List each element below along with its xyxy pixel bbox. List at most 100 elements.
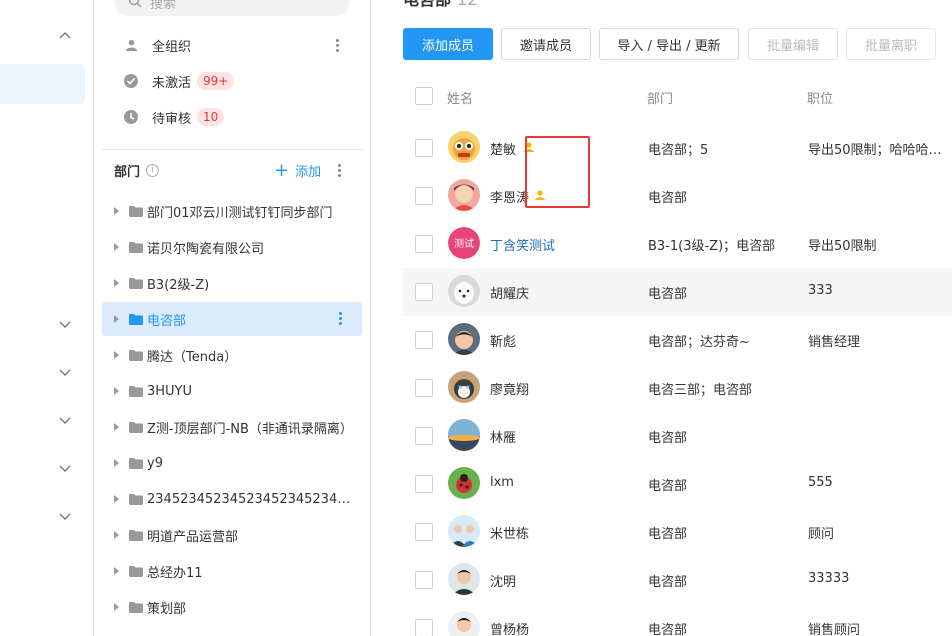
member-dept: 电咨部 — [648, 623, 688, 636]
row-checkbox[interactable] — [415, 187, 433, 205]
tree-item-dept[interactable]: 策划部 — [102, 590, 362, 624]
member-name[interactable]: 丁含笑测试 — [490, 235, 555, 254]
chevron-up-icon[interactable] — [58, 29, 72, 43]
table-row[interactable]: 测试 丁含笑测试 B3-1(3级-Z)；电咨部 导出50限制 — [403, 220, 952, 268]
batch-leave-button[interactable]: 批量离职 — [846, 28, 936, 60]
tree-item-dept[interactable]: 腾达（Tenda） — [102, 338, 362, 372]
chevron-down-icon[interactable] — [58, 461, 72, 475]
tree-item-dept[interactable]: 3HUYU — [102, 374, 362, 408]
member-name[interactable]: 李恩涛 — [490, 187, 529, 206]
row-checkbox[interactable] — [415, 523, 433, 541]
avatar[interactable] — [448, 179, 480, 211]
caret-right-icon[interactable] — [114, 495, 119, 503]
search-input[interactable]: 搜索 — [114, 0, 350, 16]
avatar[interactable] — [448, 611, 480, 636]
dept-title: 电咨部 — [403, 0, 451, 9]
avatar[interactable]: 测试 — [448, 227, 480, 259]
avatar[interactable] — [448, 323, 480, 355]
row-checkbox[interactable] — [415, 331, 433, 349]
member-dept: 电咨三部；电咨部 — [648, 383, 753, 398]
tree-item-dept[interactable]: 诺贝尔陶瓷有限公司 — [102, 230, 362, 264]
avatar[interactable] — [448, 515, 480, 547]
filter-inactive[interactable]: 未激活 99+ — [124, 70, 235, 92]
member-name[interactable]: 米世栋 — [490, 523, 529, 542]
caret-right-icon[interactable] — [114, 315, 119, 323]
tree-item-label: 策划部 — [147, 601, 187, 617]
org-tree-panel: 搜索 全组织 未激活 99+ 待审核 10 部门 i + 添加 部门01邓云川测… — [94, 0, 371, 636]
invite-member-button[interactable]: 邀请成员 — [501, 28, 591, 60]
avatar[interactable] — [448, 563, 480, 595]
search-placeholder: 搜索 — [150, 0, 177, 12]
info-icon[interactable]: i — [146, 164, 160, 177]
row-checkbox[interactable] — [415, 475, 433, 493]
nav-active-item[interactable] — [0, 64, 85, 104]
table-row[interactable]: 林雁 电咨部 — [403, 412, 952, 460]
table-row[interactable]: 靳彪 电咨部；达芬奇~ 销售经理 — [403, 316, 952, 364]
avatar[interactable] — [448, 419, 480, 451]
tree-item-dept[interactable]: 23452345234523452345234523452345 — [102, 482, 362, 516]
table-row[interactable]: 李恩涛 电咨部 — [403, 172, 952, 220]
folder-icon — [129, 529, 143, 541]
caret-right-icon[interactable] — [114, 459, 119, 467]
member-name[interactable]: 胡耀庆 — [490, 283, 529, 302]
caret-right-icon[interactable] — [114, 243, 119, 251]
table-row[interactable]: 廖竟翔 电咨三部；电咨部 — [403, 364, 952, 412]
filter-pending[interactable]: 待审核 10 — [124, 106, 225, 128]
more-icon[interactable] — [336, 39, 340, 53]
caret-right-icon[interactable] — [114, 207, 119, 215]
caret-right-icon[interactable] — [114, 423, 119, 431]
folder-icon — [129, 205, 143, 217]
chevron-down-icon[interactable] — [58, 509, 72, 523]
caret-right-icon[interactable] — [114, 351, 119, 359]
member-name[interactable]: lxm — [490, 475, 514, 490]
row-checkbox[interactable] — [415, 283, 433, 301]
row-checkbox[interactable] — [415, 235, 433, 253]
tree-item-dept[interactable]: y9 — [102, 446, 362, 480]
avatar[interactable] — [448, 131, 480, 163]
member-name[interactable]: 楚敏 — [490, 139, 516, 158]
avatar[interactable] — [448, 371, 480, 403]
chevron-down-icon[interactable] — [58, 413, 72, 427]
tree-item-dept[interactable]: Z测-顶层部门-NB（非通讯录隔离） — [102, 410, 362, 444]
import-export-button[interactable]: 导入 / 导出 / 更新 — [599, 28, 739, 60]
add-member-button[interactable]: 添加成员 — [403, 28, 493, 60]
add-dept-button[interactable]: + 添加 — [274, 161, 321, 180]
table-row[interactable]: 沈明 电咨部 33333 — [403, 556, 952, 604]
tree-item-dept[interactable]: B3(2级-Z) — [102, 266, 362, 300]
caret-right-icon[interactable] — [114, 603, 119, 611]
tree-item-dept[interactable]: 明道产品运营部 — [102, 518, 362, 552]
tree-item-dept[interactable]: 电咨部 — [102, 302, 362, 336]
search-icon — [128, 0, 142, 8]
row-checkbox[interactable] — [415, 139, 433, 157]
row-checkbox[interactable] — [415, 427, 433, 445]
caret-right-icon[interactable] — [114, 531, 119, 539]
row-checkbox[interactable] — [415, 571, 433, 589]
row-checkbox[interactable] — [415, 379, 433, 397]
caret-right-icon[interactable] — [114, 567, 119, 575]
chevron-down-icon[interactable] — [58, 317, 72, 331]
table-row[interactable]: 曾杨杨 电咨部 销售顾问 — [403, 604, 952, 636]
table-row[interactable]: 楚敏 电咨部；5 导出50限制；哈哈哈哈哈 — [403, 124, 952, 172]
member-name[interactable]: 沈明 — [490, 571, 516, 590]
avatar[interactable] — [448, 275, 480, 307]
table-row[interactable]: lxm 电咨部 555 — [403, 460, 952, 508]
caret-right-icon[interactable] — [114, 279, 119, 287]
table-row[interactable]: 米世栋 电咨部 顾问 — [403, 508, 952, 556]
table-row[interactable]: 胡耀庆 电咨部 333 — [403, 268, 952, 316]
member-name[interactable]: 曾杨杨 — [490, 619, 529, 636]
member-name[interactable]: 靳彪 — [490, 331, 516, 350]
select-all-checkbox[interactable] — [415, 87, 433, 105]
avatar[interactable] — [448, 467, 480, 499]
caret-right-icon[interactable] — [114, 387, 119, 395]
filter-all-org[interactable]: 全组织 — [124, 34, 191, 56]
member-name[interactable]: 廖竟翔 — [490, 379, 529, 398]
more-icon[interactable] — [339, 312, 343, 326]
chevron-down-icon[interactable] — [58, 365, 72, 379]
tree-item-dept[interactable]: 部门01邓云川测试钉钉同步部门 — [102, 194, 362, 228]
batch-edit-button[interactable]: 批量编辑 — [748, 28, 838, 60]
tree-item-dept[interactable]: 总经办11 — [102, 554, 362, 588]
member-name[interactable]: 林雁 — [490, 427, 516, 446]
more-icon[interactable] — [338, 164, 342, 178]
row-checkbox[interactable] — [415, 619, 433, 636]
dept-section-title: 部门 — [114, 165, 141, 180]
